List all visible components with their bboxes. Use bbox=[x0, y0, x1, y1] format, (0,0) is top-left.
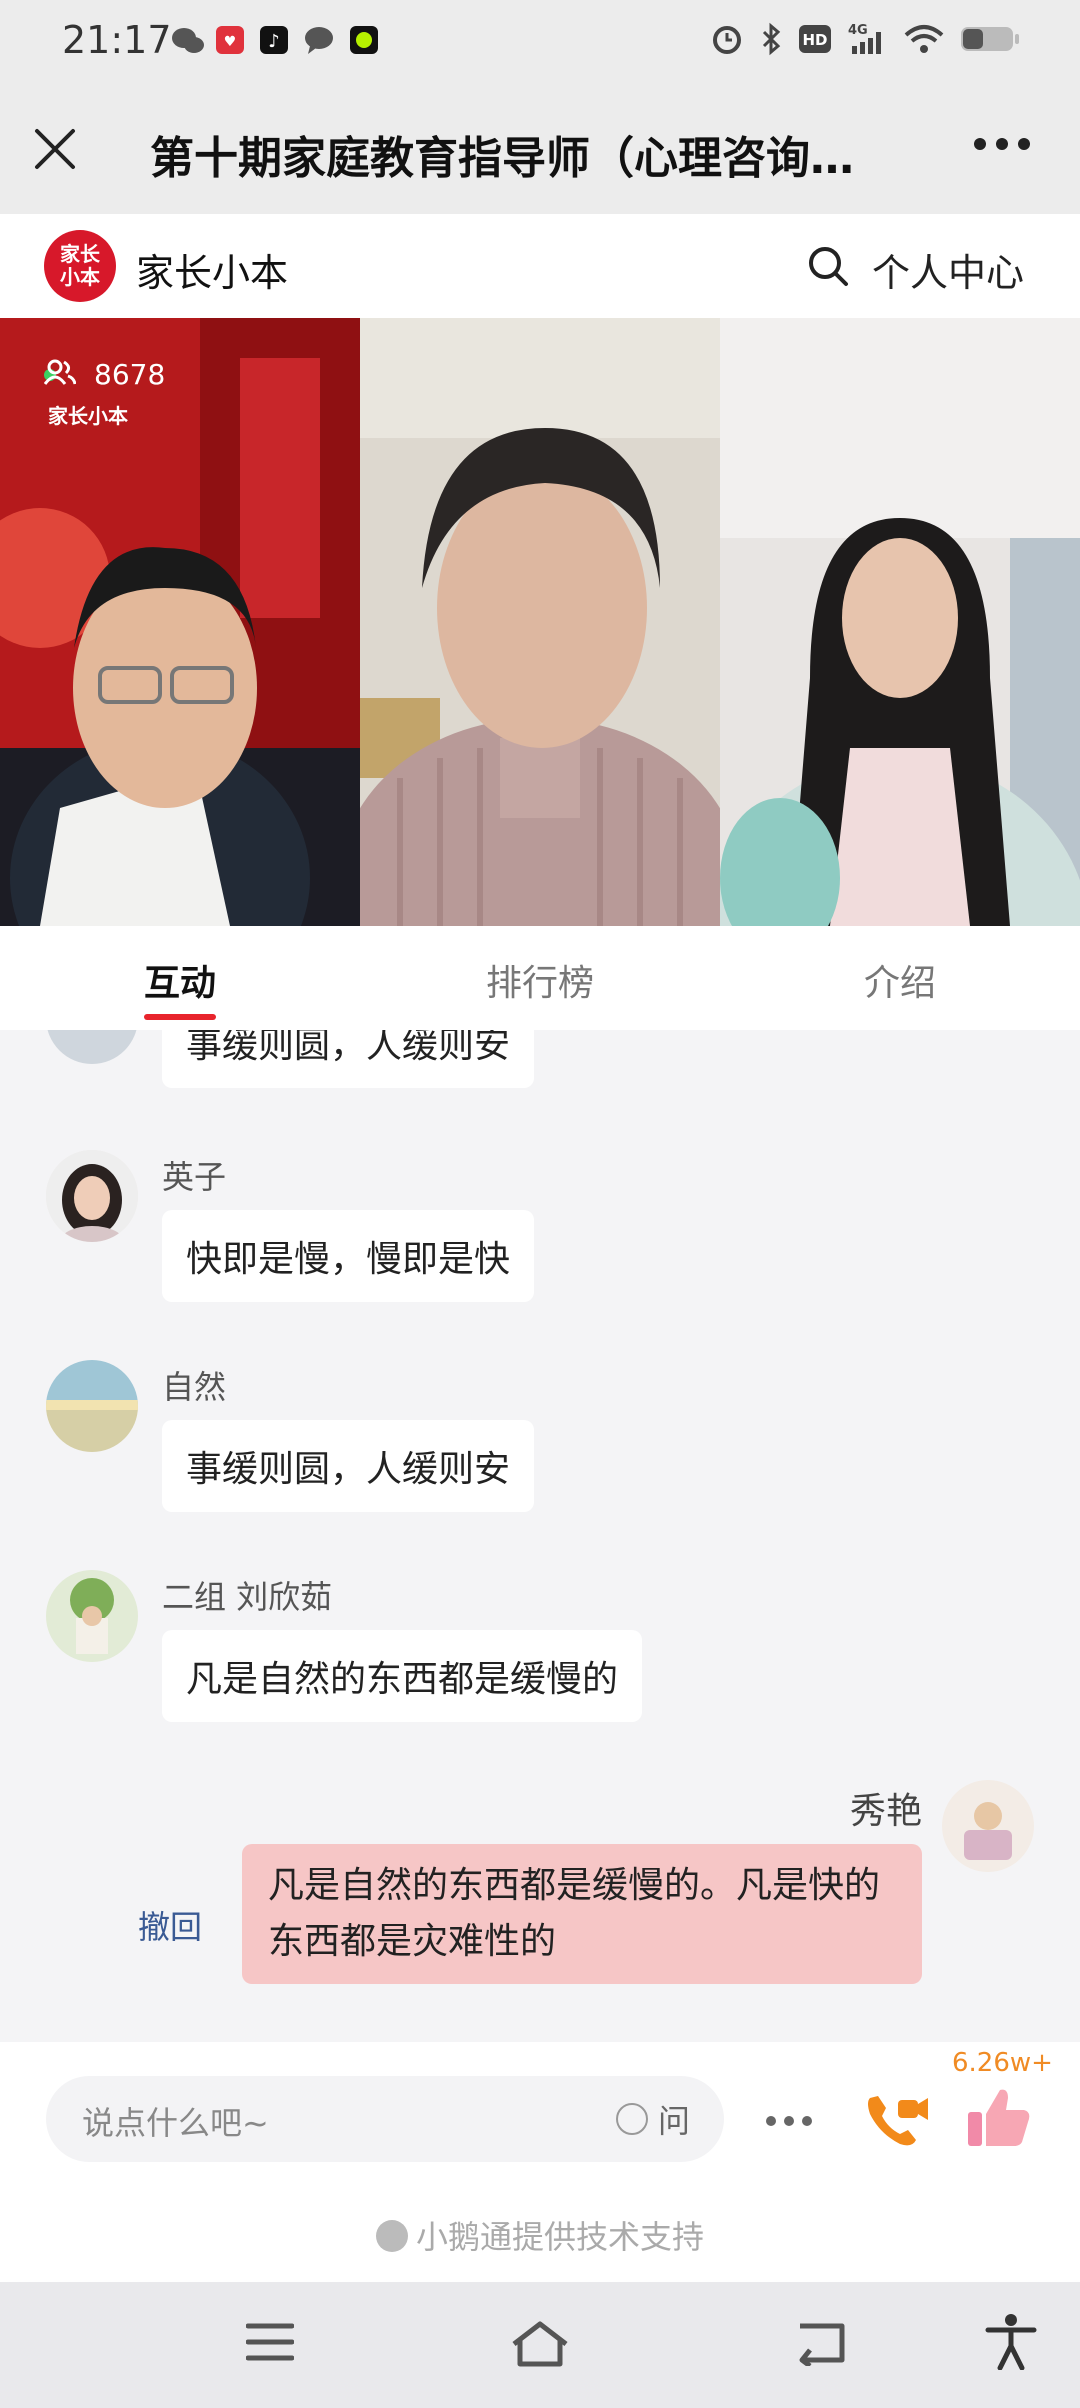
message-bubble[interactable]: 凡是自然的东西都是缓慢的 bbox=[162, 1630, 643, 1722]
comment-input[interactable]: 说点什么吧~ 问 bbox=[46, 2076, 724, 2162]
system-nav-bar bbox=[0, 2282, 1080, 2408]
status-bar: 21:17 ♥ ♪ HD 4G bbox=[0, 0, 1080, 86]
hd-icon: HD bbox=[799, 25, 831, 53]
ask-toggle[interactable]: 问 bbox=[615, 2096, 690, 2142]
avatar[interactable] bbox=[942, 1780, 1034, 1872]
battery-icon bbox=[961, 27, 1019, 51]
video-tile-host[interactable]: 8678 家长小本 bbox=[0, 318, 360, 926]
video-watermark: 家长小本 bbox=[48, 404, 128, 428]
more-menu-button[interactable] bbox=[974, 138, 1030, 150]
svg-text:4G: 4G bbox=[848, 23, 868, 38]
video-tile-guest-2[interactable] bbox=[720, 318, 1080, 926]
tab-bar: 互动 排行榜 介绍 bbox=[0, 926, 1080, 1030]
user-name: 二组 刘欣茹 bbox=[162, 1578, 333, 1616]
avatar[interactable] bbox=[46, 1360, 138, 1452]
viewer-count: 8678 bbox=[44, 358, 165, 391]
message-bubble[interactable]: 凡是自然的东西都是缓慢的。凡是快的东西都是灾难性的 bbox=[242, 1844, 922, 1984]
back-icon[interactable] bbox=[796, 2320, 850, 2366]
svg-text:♪: ♪ bbox=[268, 31, 280, 52]
viewers-icon bbox=[44, 359, 76, 385]
message-icon bbox=[305, 27, 333, 54]
like-count: 6.26w+ bbox=[952, 2048, 1053, 2078]
xiaoe-logo-icon bbox=[375, 2220, 408, 2252]
like-icon[interactable] bbox=[964, 2082, 1034, 2152]
bluetooth-icon bbox=[762, 22, 781, 56]
more-actions-button[interactable] bbox=[766, 2116, 812, 2126]
tech-support-note: 小鹅通提供技术支持 bbox=[0, 2212, 1080, 2258]
page-title: 第十期家庭教育指导师（心理咨询… bbox=[150, 133, 854, 184]
avatar[interactable] bbox=[46, 1150, 138, 1242]
signal-4g-icon: 4G bbox=[848, 23, 881, 54]
user-name: 英子 bbox=[162, 1158, 227, 1196]
video-tile-guest-1[interactable] bbox=[360, 318, 720, 926]
menu-icon[interactable] bbox=[246, 2320, 294, 2364]
brand-name[interactable]: 家长小本 bbox=[136, 242, 288, 297]
app2-icon bbox=[350, 26, 378, 54]
wifi-icon bbox=[904, 25, 944, 53]
input-area: 说点什么吧~ 问 6.26w+ 小鹅通提供技术支持 bbox=[0, 2042, 1080, 2282]
user-name: 秀艳 bbox=[849, 1791, 922, 1832]
tiktok-icon: ♪ bbox=[260, 26, 288, 54]
withdraw-button[interactable]: 撤回 bbox=[138, 1902, 202, 1948]
home-icon[interactable] bbox=[510, 2320, 570, 2368]
tab-interaction[interactable]: 互动 bbox=[0, 926, 360, 1030]
accessibility-icon[interactable] bbox=[984, 2312, 1038, 2370]
app-icon: ♥ bbox=[216, 26, 244, 54]
message-bubble[interactable]: 事缓则圆，人缓则安 bbox=[162, 1420, 535, 1512]
tab-ranking[interactable]: 排行榜 bbox=[360, 926, 720, 1030]
tab-intro[interactable]: 介绍 bbox=[720, 926, 1080, 1030]
status-time: 21:17 bbox=[62, 18, 172, 62]
comment-placeholder: 说点什么吧~ bbox=[82, 2104, 269, 2142]
user-center-link[interactable]: 个人中心 bbox=[872, 242, 1024, 297]
wechat-icon bbox=[172, 28, 204, 53]
search-icon[interactable] bbox=[806, 244, 850, 288]
avatar[interactable] bbox=[46, 1570, 138, 1662]
video-call-icon[interactable] bbox=[862, 2088, 930, 2150]
brand-logo[interactable]: 家长小本 bbox=[44, 230, 116, 302]
alarm-icon bbox=[713, 26, 741, 54]
message-bubble[interactable]: 事缓则圆，人缓则安 bbox=[162, 1030, 535, 1088]
svg-text:♥: ♥ bbox=[224, 34, 237, 50]
video-grid: 8678 家长小本 bbox=[0, 318, 1080, 926]
chat-list[interactable]: 事缓则圆，人缓则安 英子 快即是慢，慢即是快 自然 事缓则圆，人缓则安 二组 刘… bbox=[0, 1030, 1080, 2042]
ask-checkbox[interactable] bbox=[615, 2103, 648, 2135]
title-bar: 第十期家庭教育指导师（心理咨询… bbox=[0, 86, 1080, 214]
svg-text:HD: HD bbox=[802, 31, 827, 49]
brand-bar: 家长小本 家长小本 个人中心 bbox=[0, 214, 1080, 318]
close-icon[interactable] bbox=[30, 124, 80, 174]
message-bubble[interactable]: 快即是慢，慢即是快 bbox=[162, 1210, 535, 1302]
avatar[interactable] bbox=[46, 1030, 138, 1064]
user-name: 自然 bbox=[162, 1368, 227, 1406]
